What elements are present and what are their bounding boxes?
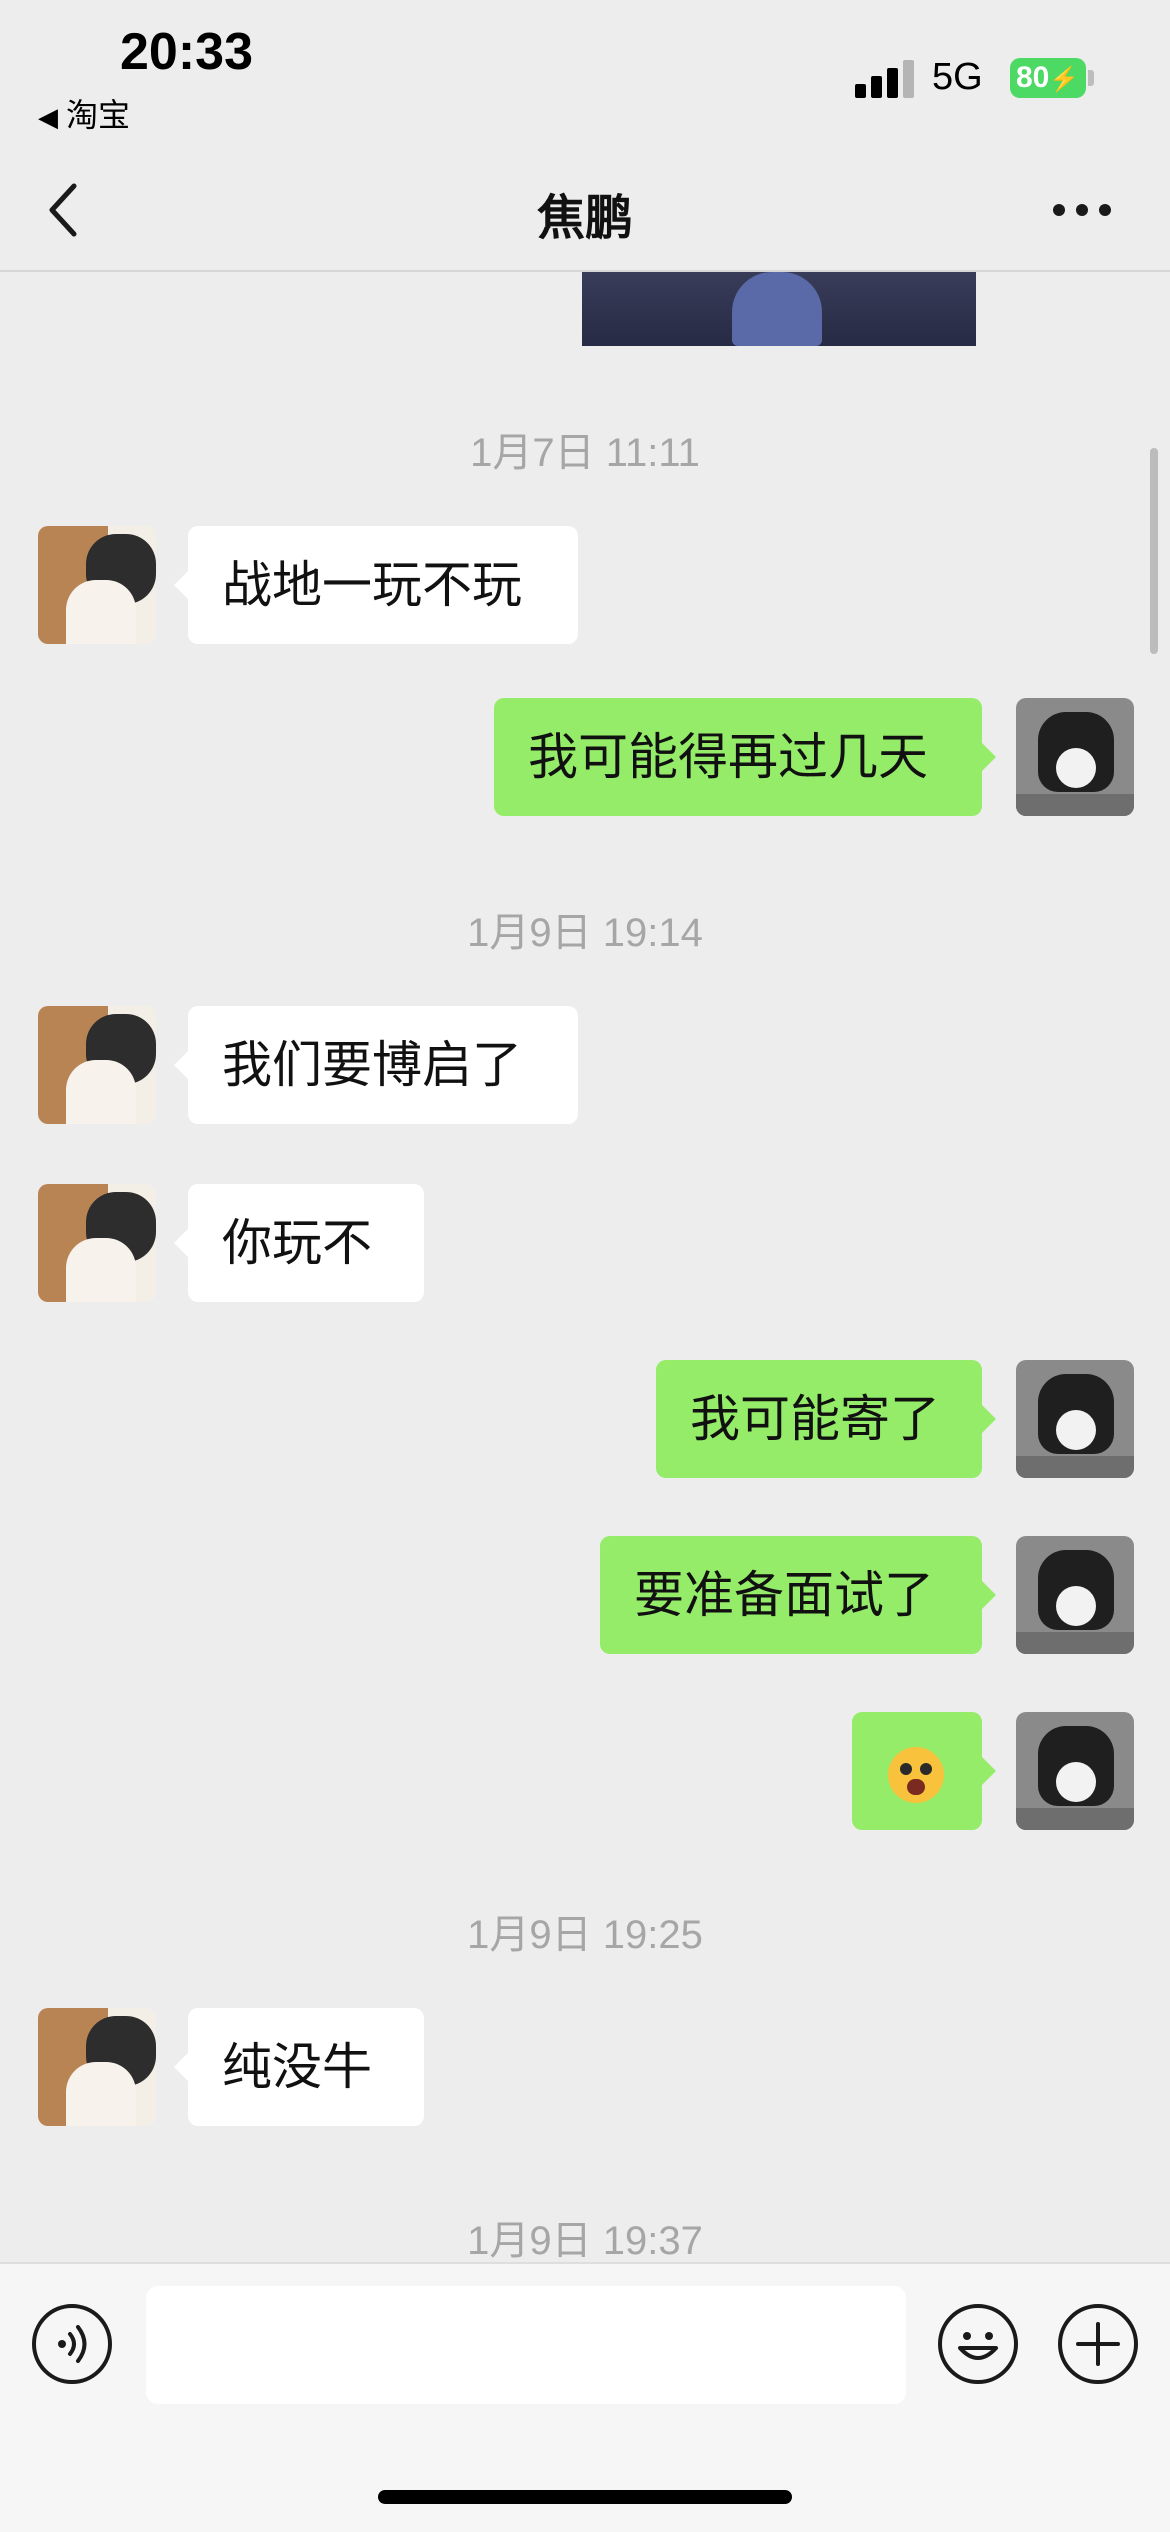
battery-indicator: 80⚡	[1010, 58, 1086, 98]
message-bubble[interactable]: 要准备面试了	[600, 1536, 996, 1654]
message-bubble[interactable]: 战地一玩不玩	[174, 526, 578, 644]
battery-level: 80	[1016, 61, 1050, 94]
message-bubble[interactable]	[852, 1712, 996, 1830]
cellular-signal-icon	[855, 58, 915, 98]
battery-cap	[1088, 70, 1094, 86]
home-indicator[interactable]	[378, 2490, 792, 2504]
message-bubble[interactable]: 我可能得再过几天	[494, 698, 996, 816]
user-avatar[interactable]	[1016, 1360, 1134, 1478]
contact-avatar[interactable]	[38, 526, 156, 644]
user-avatar[interactable]	[1016, 1712, 1134, 1830]
message-bubble[interactable]: 我们要博启了	[174, 1006, 578, 1124]
image-figure	[732, 272, 822, 346]
status-bar: 20:33 ◀ 淘宝 5G 80⚡	[0, 0, 1170, 140]
message-bubble[interactable]: 你玩不	[174, 1184, 424, 1302]
screaming-face-emoji	[888, 1746, 944, 1803]
more-dots-icon[interactable]	[1052, 202, 1112, 216]
return-to-app-link[interactable]: ◀ 淘宝	[38, 90, 130, 136]
image-message-thumbnail[interactable]	[582, 272, 976, 346]
contact-avatar[interactable]	[38, 1184, 156, 1302]
back-triangle-icon: ◀	[38, 103, 58, 133]
timestamp: 1月9日 19:37	[467, 2219, 703, 2260]
status-time: 20:33	[120, 23, 253, 81]
outgoing-message: 我可能得再过几天	[480, 698, 1134, 816]
message-bubble[interactable]: 我可能寄了	[656, 1360, 996, 1478]
timestamp: 1月9日 19:14	[467, 911, 703, 955]
message-bubble[interactable]: 纯没牛	[174, 2008, 424, 2126]
scrollbar[interactable]	[1150, 448, 1158, 654]
emoji-icon[interactable]	[938, 2304, 1018, 2384]
outgoing-message: 我可能寄了	[640, 1360, 1134, 1478]
contact-avatar[interactable]	[38, 2008, 156, 2126]
contact-avatar[interactable]	[38, 1006, 156, 1124]
message-input[interactable]	[146, 2286, 906, 2404]
return-app-name: 淘宝	[66, 96, 131, 134]
charging-bolt-icon: ⚡	[1049, 66, 1080, 93]
timestamp: 1月7日 11:11	[470, 431, 700, 475]
plus-icon[interactable]	[1058, 2304, 1138, 2384]
outgoing-message	[840, 1712, 1134, 1830]
user-avatar[interactable]	[1016, 1536, 1134, 1654]
network-type: 5G	[932, 56, 983, 98]
timestamp: 1月9日 19:25	[467, 1913, 703, 1957]
message-list[interactable]: 1月7日 11:11 战地一玩不玩 我可能得再过几天 1月9日 19:14 我们…	[0, 272, 1170, 2260]
outgoing-message: 要准备面试了	[580, 1536, 1134, 1654]
chat-header: 焦鹏	[0, 140, 1170, 272]
voice-icon[interactable]	[32, 2304, 112, 2384]
chat-title: 焦鹏	[536, 190, 633, 246]
user-avatar[interactable]	[1016, 698, 1134, 816]
